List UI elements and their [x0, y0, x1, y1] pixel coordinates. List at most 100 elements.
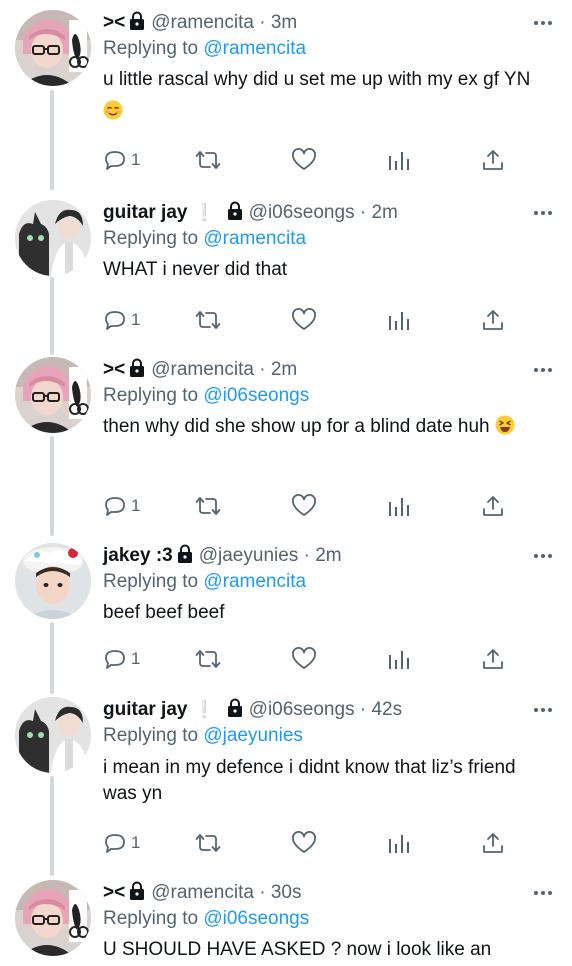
replying-to-line: Replying to @jaeyunies: [103, 723, 552, 749]
tweet-body: then why did she show up for a blind dat…: [103, 416, 490, 437]
relieved-face-emoji: [103, 100, 123, 120]
tweet-body: U SHOULD HAVE ASKED ? now i look like an: [103, 939, 492, 960]
retweet-icon: [195, 650, 221, 668]
lock-icon: [130, 11, 145, 30]
replying-to-line: Replying to @ramencita: [103, 36, 552, 62]
lock-icon: [177, 544, 192, 563]
tweet-text: then why did she show up for a blind dat…: [103, 411, 552, 443]
replying-to-link[interactable]: @ramencita: [203, 228, 306, 249]
display-name[interactable]: ><: [103, 882, 125, 903]
tweet-text: WHAT i never did that: [103, 254, 552, 286]
like-button[interactable]: [291, 493, 317, 519]
separator: ·: [259, 359, 266, 380]
analytics-button[interactable]: [387, 493, 409, 519]
retweet-button[interactable]: [195, 646, 221, 672]
replying-to-link[interactable]: @jaeyunies: [203, 725, 303, 746]
tweet-text: i mean in my defence i didnt know that l…: [103, 755, 552, 807]
thread-line: [50, 277, 54, 355]
share-icon: [483, 833, 503, 853]
handle[interactable]: @ramencita: [151, 359, 254, 380]
more-icon[interactable]: [532, 10, 554, 36]
separator: ·: [359, 202, 367, 223]
tweet-body: u little rascal why did u set me up with…: [103, 69, 531, 90]
share-button[interactable]: [481, 147, 505, 173]
handle[interactable]: @ramencita: [151, 882, 254, 903]
tweet-body: WHAT i never did that: [103, 259, 288, 280]
analytics-icon: [389, 152, 409, 170]
replying-to-link[interactable]: @ramencita: [203, 571, 306, 592]
handle[interactable]: @ramencita: [151, 12, 254, 33]
retweet-icon: [195, 834, 221, 852]
like-icon: [292, 494, 316, 516]
retweet-button[interactable]: [195, 830, 221, 856]
reply-button[interactable]: 1: [103, 147, 140, 173]
timestamp[interactable]: 2m: [371, 202, 397, 223]
share-icon: [483, 310, 503, 330]
more-icon[interactable]: [532, 357, 554, 383]
replying-to-line: Replying to @ramencita: [103, 226, 552, 252]
reply-count: 1: [131, 310, 141, 329]
timestamp[interactable]: 2m: [315, 545, 341, 566]
thread-line: [50, 622, 54, 694]
reply-button[interactable]: 1: [103, 646, 140, 672]
reply-icon: [105, 650, 125, 669]
avatar[interactable]: [15, 200, 91, 276]
like-button[interactable]: [291, 307, 317, 333]
share-button[interactable]: [481, 307, 505, 333]
like-button[interactable]: [291, 830, 317, 856]
reply-button[interactable]: 1: [103, 493, 140, 519]
display-name[interactable]: ><: [103, 359, 125, 380]
timestamp[interactable]: 3m: [271, 12, 297, 33]
display-name[interactable]: ><: [103, 12, 125, 33]
lock-icon: [130, 358, 145, 377]
analytics-button[interactable]: [387, 147, 409, 173]
analytics-button[interactable]: [387, 307, 409, 333]
share-button[interactable]: [481, 493, 505, 519]
replying-to-link[interactable]: @ramencita: [203, 38, 306, 59]
avatar[interactable]: [15, 697, 91, 773]
more-icon[interactable]: [532, 880, 554, 906]
replying-prefix: Replying to: [103, 228, 199, 249]
display-name[interactable]: jakey :3: [103, 545, 173, 566]
display-name[interactable]: guitar jay: [103, 202, 187, 223]
handle[interactable]: @i06seongs: [249, 699, 355, 720]
retweet-button[interactable]: [195, 493, 221, 519]
retweet-icon: [195, 497, 221, 515]
share-icon: [483, 150, 503, 170]
replying-prefix: Replying to: [103, 908, 199, 929]
tweet-text: U SHOULD HAVE ASKED ? now i look like an: [103, 934, 552, 966]
handle[interactable]: @i06seongs: [249, 202, 355, 223]
reply-count: 1: [131, 649, 141, 668]
reply-icon: [105, 151, 125, 170]
avatar[interactable]: [15, 880, 91, 956]
share-button[interactable]: [481, 646, 505, 672]
more-icon[interactable]: [532, 200, 554, 226]
share-button[interactable]: [481, 830, 505, 856]
display-name[interactable]: guitar jay: [103, 699, 187, 720]
handle[interactable]: @jaeyunies: [199, 545, 299, 566]
analytics-button[interactable]: [387, 830, 409, 856]
retweet-button[interactable]: [195, 307, 221, 333]
timestamp[interactable]: 2m: [271, 359, 297, 380]
tweet-header: guitar jay ❕ @i06seongs · 42s: [103, 697, 552, 723]
avatar[interactable]: [15, 357, 91, 433]
avatar[interactable]: [15, 543, 91, 619]
avatar[interactable]: [15, 10, 91, 86]
replying-to-link[interactable]: @i06seongs: [203, 385, 309, 406]
more-icon[interactable]: [532, 543, 554, 569]
like-button[interactable]: [291, 147, 317, 173]
retweet-button[interactable]: [195, 147, 221, 173]
reply-button[interactable]: 1: [103, 830, 140, 856]
timestamp[interactable]: 30s: [271, 882, 302, 903]
separator: ·: [259, 12, 266, 33]
replying-to-link[interactable]: @i06seongs: [203, 908, 309, 929]
like-button[interactable]: [291, 646, 317, 672]
reply-count: 1: [131, 150, 141, 169]
timestamp[interactable]: 42s: [371, 699, 402, 720]
replying-to-line: Replying to @i06seongs: [103, 906, 552, 932]
status-mark: ❕: [193, 700, 215, 719]
reply-icon: [105, 311, 125, 330]
reply-button[interactable]: 1: [103, 307, 140, 333]
analytics-button[interactable]: [387, 646, 409, 672]
more-icon[interactable]: [532, 697, 554, 723]
